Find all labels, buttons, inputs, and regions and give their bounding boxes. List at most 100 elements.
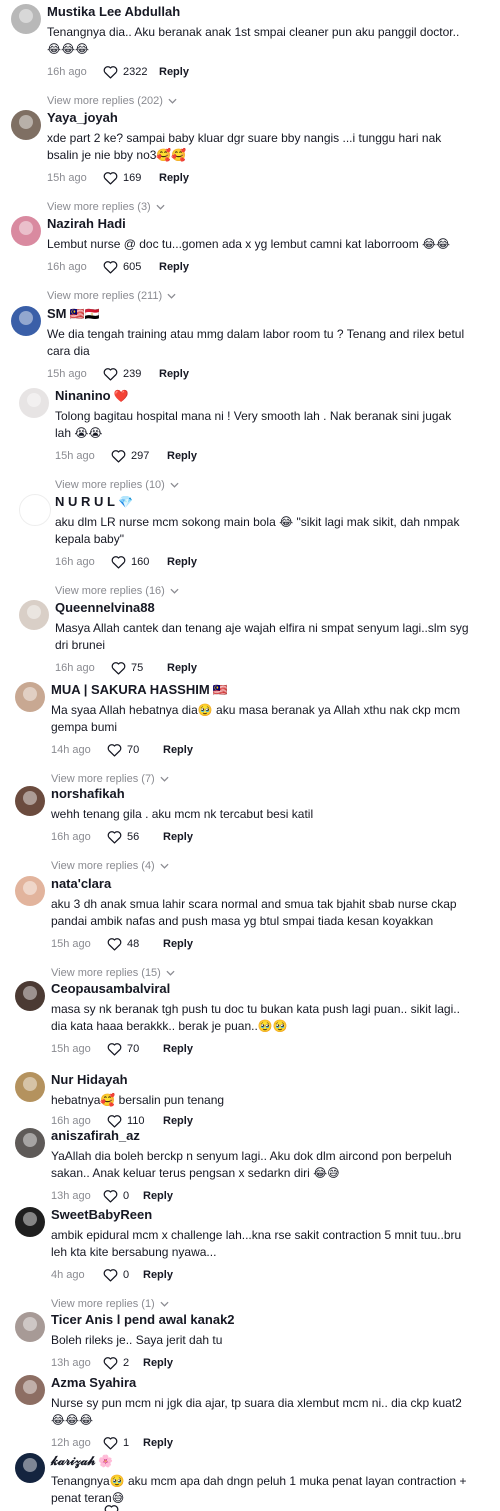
heart-outline-icon[interactable] [103,65,118,79]
comment-meta: 4h ago 0 Reply [51,1267,470,1283]
like-button[interactable]: 0 [103,1268,143,1282]
username[interactable]: Queennelvina88 [55,600,470,616]
view-more-replies[interactable]: View more replies (7) [51,773,470,785]
heart-outline-icon[interactable] [104,1504,119,1511]
chevron-down-icon [170,482,179,488]
reply-button[interactable]: Reply [163,831,193,843]
like-button[interactable]: 0 [103,1189,143,1203]
avatar[interactable] [15,876,45,906]
avatar[interactable] [15,1128,45,1158]
username[interactable]: aniszafirah_az [51,1128,470,1144]
avatar[interactable] [15,981,45,1011]
avatar[interactable] [19,388,49,418]
avatar[interactable] [11,306,41,336]
username[interactable]: SweetBabyReen [51,1207,470,1223]
avatar[interactable] [15,1207,45,1237]
heart-outline-icon[interactable] [103,367,118,381]
avatar[interactable] [15,1072,45,1102]
reply-button[interactable]: Reply [163,1115,193,1127]
reply-button[interactable]: Reply [143,1269,173,1281]
avatar[interactable] [15,1312,45,1342]
heart-outline-icon[interactable] [111,555,126,569]
heart-outline-icon[interactable] [107,937,122,951]
like-button[interactable]: 605 [103,260,159,274]
view-more-replies[interactable]: View more replies (15) [51,967,470,979]
chevron-down-icon [167,293,176,299]
view-more-replies[interactable]: View more replies (1) [51,1298,470,1310]
reply-button[interactable]: Reply [163,744,193,756]
view-more-replies[interactable]: View more replies (16) [55,585,470,597]
username[interactable]: N U R U L 💎 [55,494,470,510]
avatar[interactable] [19,600,49,630]
like-button[interactable]: 48 [107,937,163,951]
like-button[interactable]: 239 [103,367,159,381]
like-button[interactable]: 75 [111,661,167,675]
heart-outline-icon[interactable] [107,1114,122,1128]
reply-button[interactable]: Reply [167,662,197,674]
reply-button[interactable]: Reply [159,172,189,184]
like-button[interactable]: 160 [111,555,167,569]
avatar[interactable] [19,494,51,526]
heart-outline-icon[interactable] [103,260,118,274]
reply-button[interactable]: Reply [143,1437,173,1449]
reply-button[interactable]: Reply [167,450,197,462]
view-more-replies[interactable]: View more replies (10) [55,479,470,491]
username[interactable]: Yaya_joyah [47,110,470,126]
reply-button[interactable]: Reply [167,556,197,568]
view-more-replies[interactable]: View more replies (3) [47,201,470,213]
view-more-replies[interactable]: View more replies (202) [47,95,470,107]
reply-button[interactable]: Reply [159,261,189,273]
like-button[interactable]: 70 [107,1042,163,1056]
like-button[interactable]: 110 [107,1114,163,1128]
reply-button[interactable]: Reply [159,66,189,78]
heart-outline-icon[interactable] [103,1356,118,1370]
username[interactable]: Ceopausambalviral [51,981,470,997]
reply-button[interactable]: Reply [143,1190,173,1202]
heart-outline-icon[interactable] [107,830,122,844]
avatar[interactable] [15,1453,45,1483]
reply-button[interactable]: Reply [159,368,189,380]
comment-meta: 16h ago 110 Reply [51,1113,470,1129]
avatar[interactable] [15,682,45,712]
timestamp: 15h ago [47,172,87,184]
timestamp: 16h ago [47,66,87,78]
like-button[interactable]: 56 [107,830,163,844]
reply-button[interactable]: Reply [163,938,193,950]
like-button[interactable]: 1 [103,1436,143,1450]
heart-outline-icon[interactable] [107,1042,122,1056]
like-button[interactable]: 169 [103,171,159,185]
username[interactable]: Azma Syahira [51,1375,470,1391]
like-button[interactable]: 70 [107,743,163,757]
username[interactable]: Ninanino ❤️ [55,388,470,404]
username[interactable]: 𝓀𝒶𝓇𝒾𝓏𝒶𝒽 🌸 [51,1453,470,1469]
like-count: 2322 [123,66,148,78]
heart-outline-icon[interactable] [111,449,126,463]
reply-button[interactable]: Reply [163,1043,193,1055]
username[interactable]: norshafikah [51,786,470,802]
like-button[interactable]: 2322 [103,65,159,79]
username[interactable]: MUA | SAKURA HASSHIM 🇲🇾 [51,682,470,698]
username[interactable]: nata'clara [51,876,470,892]
heart-outline-icon[interactable] [103,171,118,185]
avatar[interactable] [15,1375,45,1405]
heart-outline-icon[interactable] [107,743,122,757]
heart-outline-icon[interactable] [111,661,126,675]
view-more-replies[interactable]: View more replies (211) [47,290,470,302]
avatar[interactable] [11,4,41,34]
username[interactable]: Ticer Anis l pend awal kanak2 [51,1312,470,1328]
reply-button[interactable]: Reply [143,1357,173,1369]
like-button[interactable]: 2 [103,1356,143,1370]
heart-outline-icon[interactable] [103,1436,118,1450]
avatar[interactable] [15,786,45,816]
username[interactable]: Nazirah Hadi [47,216,470,232]
heart-outline-icon[interactable] [103,1189,118,1203]
like-button[interactable]: 297 [111,449,167,463]
username[interactable]: SM 🇲🇾🇪🇬 [47,306,470,322]
heart-outline-icon[interactable] [103,1268,118,1282]
avatar[interactable] [11,216,41,246]
view-more-replies[interactable]: View more replies (4) [51,860,470,872]
flag-badge: 🇲🇾 [212,683,228,697]
username[interactable]: Nur Hidayah [51,1072,470,1088]
username[interactable]: Mustika Lee Abdullah [47,4,470,20]
avatar[interactable] [11,110,41,140]
